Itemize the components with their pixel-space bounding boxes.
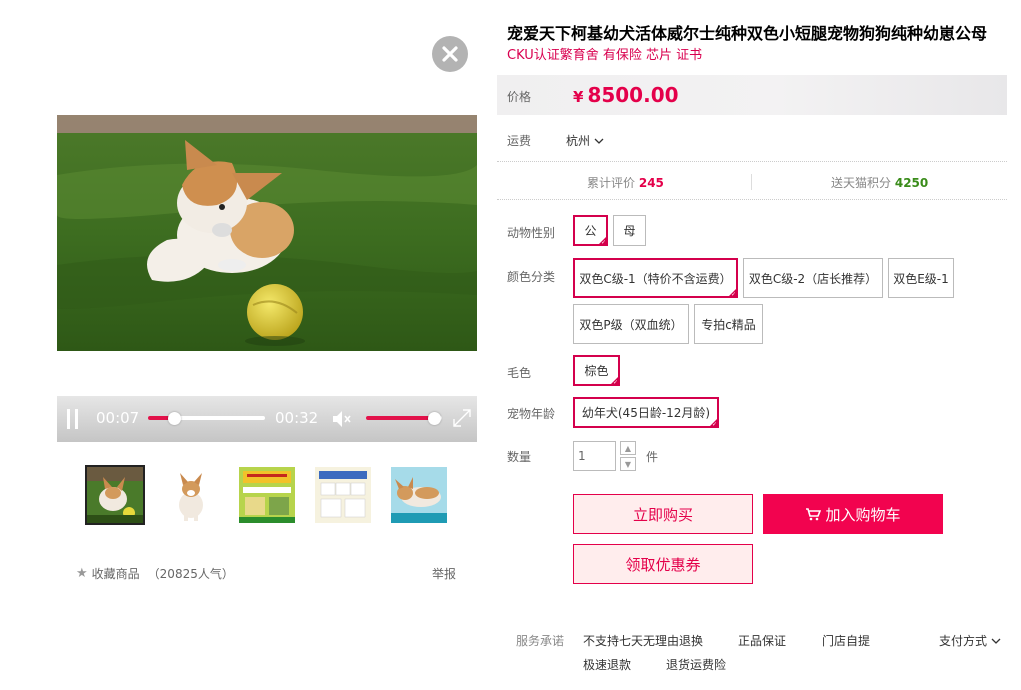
pause-icon[interactable] xyxy=(67,409,79,429)
cart-icon xyxy=(806,508,822,521)
popularity-count: （20825人气） xyxy=(147,567,234,581)
favorite-button[interactable]: ★ 收藏商品 （20825人气） xyxy=(76,565,234,582)
video-spacer xyxy=(57,351,477,396)
get-coupon-button[interactable]: 领取优惠券 xyxy=(573,544,753,584)
quantity-label: 数量 xyxy=(507,450,532,464)
review-count[interactable]: 累计评价 245 xyxy=(587,174,664,191)
close-button[interactable] xyxy=(432,36,468,72)
color-option-3[interactable]: 双色E级-1 xyxy=(888,258,954,298)
quantity-increase[interactable]: ▲ xyxy=(620,441,636,455)
coat-option-brown[interactable]: 棕色 xyxy=(573,355,620,386)
price-amount: 8500.00 xyxy=(587,83,679,107)
chevron-down-icon xyxy=(991,638,1001,644)
close-icon xyxy=(442,46,458,62)
service-item[interactable]: 不支持七天无理由退换 xyxy=(583,632,703,649)
shipping-label: 运费 xyxy=(507,134,532,148)
fullscreen-icon[interactable] xyxy=(452,408,472,428)
quantity-unit: 件 xyxy=(646,450,659,464)
video-frame xyxy=(57,115,477,351)
services-label: 服务承诺 xyxy=(516,634,565,648)
volume-knob[interactable] xyxy=(428,412,441,425)
divider xyxy=(497,199,1007,200)
thumbnail-5[interactable] xyxy=(389,465,449,525)
star-icon: ★ xyxy=(76,566,88,581)
divider xyxy=(497,161,1007,162)
shipping-city-select[interactable]: 杭州 xyxy=(566,132,604,149)
payment-methods-toggle[interactable]: 支付方式 xyxy=(939,632,1001,649)
buy-now-button[interactable]: 立即购买 xyxy=(573,494,753,534)
shipping-city: 杭州 xyxy=(566,134,591,148)
price-value: ¥8500.00 xyxy=(573,83,679,107)
service-item[interactable]: 正品保证 xyxy=(738,632,786,649)
age-option[interactable]: 幼年犬(45日龄-12月龄) xyxy=(573,397,719,428)
gender-option-male[interactable]: 公 xyxy=(573,215,608,246)
points-info: 送天猫积分 4250 xyxy=(831,176,929,190)
volume-icon[interactable] xyxy=(330,408,354,430)
add-to-cart-button[interactable]: 加入购物车 xyxy=(763,494,943,534)
service-item[interactable]: 门店自提 xyxy=(822,632,870,649)
thumbnail-strip xyxy=(85,465,465,525)
gender-option-female[interactable]: 母 xyxy=(613,215,646,246)
stats-separator xyxy=(751,174,752,190)
service-item[interactable]: 极速退款 xyxy=(583,656,631,673)
favorite-label: 收藏商品 xyxy=(91,567,140,581)
currency-symbol: ¥ xyxy=(573,88,584,106)
quantity-input[interactable] xyxy=(573,441,616,471)
service-item[interactable]: 退货运费险 xyxy=(666,656,726,673)
age-label: 宠物年龄 xyxy=(507,407,556,421)
product-subtitle: CKU认证繁育舍 有保险 芯片 证书 xyxy=(507,48,703,63)
quantity-decrease[interactable]: ▼ xyxy=(620,457,636,471)
price-label: 价格 xyxy=(507,90,532,104)
report-link[interactable]: 举报 xyxy=(432,565,456,582)
video-controls: 00:07 00:32 xyxy=(57,396,477,442)
progress-knob[interactable] xyxy=(168,412,181,425)
chevron-down-icon: ▼ xyxy=(624,459,632,469)
product-title: 宠爱天下柯基幼犬活体威尔士纯种双色小短腿宠物狗狗纯种幼崽公母 xyxy=(507,24,988,43)
gender-label: 动物性别 xyxy=(507,226,556,240)
volume-fill xyxy=(366,416,434,420)
current-time: 00:07 xyxy=(96,409,140,427)
color-option-5[interactable]: 专拍c精品 xyxy=(694,304,763,344)
color-label: 颜色分类 xyxy=(507,270,556,284)
thumbnail-4[interactable] xyxy=(313,465,373,525)
thumbnail-3[interactable] xyxy=(237,465,297,525)
thumbnail-1[interactable] xyxy=(85,465,145,525)
price-panel: 价格 ¥8500.00 xyxy=(497,75,1007,115)
color-option-1[interactable]: 双色C级-1（特价不含运费） xyxy=(573,258,738,298)
thumbnail-2[interactable] xyxy=(161,465,221,525)
chevron-up-icon: ▲ xyxy=(624,443,632,453)
payment-label: 支付方式 xyxy=(939,634,988,648)
add-to-cart-label: 加入购物车 xyxy=(825,505,901,524)
color-option-4[interactable]: 双色P级（双血统） xyxy=(573,304,689,344)
duration: 00:32 xyxy=(275,409,319,427)
stats-bar: 累计评价 245 送天猫积分 4250 xyxy=(497,168,1007,196)
chevron-down-icon xyxy=(594,138,604,144)
color-option-2[interactable]: 双色C级-2（店长推荐） xyxy=(743,258,883,298)
product-video[interactable] xyxy=(57,115,477,351)
coat-label: 毛色 xyxy=(507,366,532,380)
